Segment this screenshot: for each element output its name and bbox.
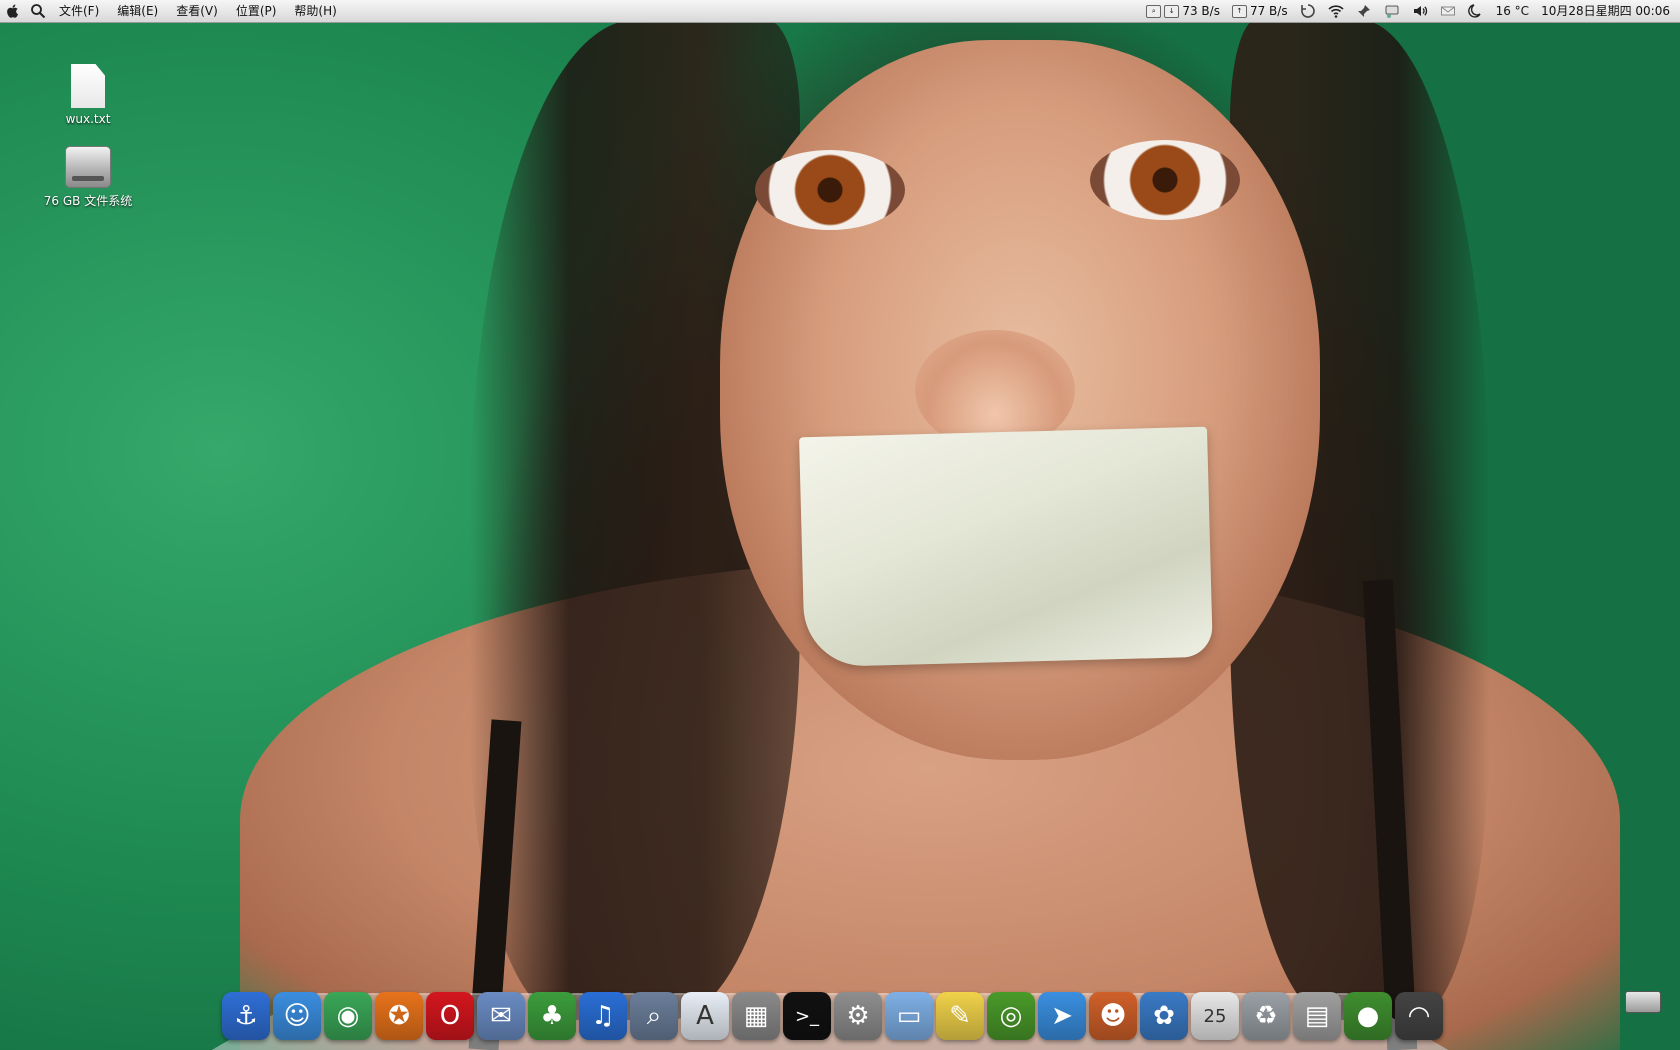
desktop-icon-filesystem[interactable]: 76 GB 文件系统 [38, 146, 138, 209]
dock-system-preferences-icon[interactable]: ⚙ [834, 992, 882, 1040]
dock-red-panda-app-icon[interactable]: ☻ [1089, 992, 1137, 1040]
apple-menu-icon[interactable] [0, 0, 26, 22]
search-icon[interactable] [26, 0, 50, 22]
network-monitor-icon[interactable] [1378, 0, 1406, 22]
dock-ical-icon[interactable]: 25 [1191, 992, 1239, 1040]
hard-drive-icon [65, 146, 111, 188]
status-area: ⌕ ↓ 73 B/s ↑ 77 B/s 16 °C 10月28日星期四 00:0… [1140, 0, 1676, 22]
network-down-status[interactable]: ⌕ ↓ 73 B/s [1140, 0, 1226, 22]
dock-stickies-icon[interactable]: ✎ [936, 992, 984, 1040]
wifi-icon[interactable] [1322, 0, 1350, 22]
dock-qq-penguin-icon[interactable]: ♣ [528, 992, 576, 1040]
dock-textedit-icon[interactable]: A [681, 992, 729, 1040]
dock-finder-icon[interactable]: ☺ [273, 992, 321, 1040]
desktop-icon-wux-txt[interactable]: wux.txt [38, 64, 138, 126]
net-down-speed: 73 B/s [1182, 4, 1220, 18]
menu-edit[interactable]: 编辑(E) [108, 0, 167, 22]
menu-file[interactable]: 文件(F) [50, 0, 108, 22]
dock-chrome-icon[interactable]: ◉ [324, 992, 372, 1040]
dock-airport-icon[interactable]: ◠ [1395, 992, 1443, 1040]
dock-ubuntu-app-icon[interactable]: ◎ [987, 992, 1035, 1040]
dock-preview-icon[interactable]: ⌕ [630, 992, 678, 1040]
desktop-icon-label: 76 GB 文件系统 [43, 194, 133, 208]
menu-bar: 文件(F) 编辑(E) 查看(V) 位置(P) 帮助(H) ⌕ ↓ 73 B/s… [0, 0, 1680, 23]
dock-mail-app-icon[interactable]: ➤ [1038, 992, 1086, 1040]
clock-datetime[interactable]: 10月28日星期四 00:06 [1535, 0, 1676, 22]
network-up-status[interactable]: ↑ 77 B/s [1226, 0, 1294, 22]
net-up-speed: 77 B/s [1249, 4, 1288, 18]
dock-opera-icon[interactable]: O [426, 992, 474, 1040]
dock-calculator-icon[interactable]: ▦ [732, 992, 780, 1040]
temperature-status[interactable]: 16 °C [1490, 0, 1535, 22]
download-arrow-icon: ↓ [1164, 4, 1180, 18]
moon-icon[interactable] [1462, 0, 1490, 22]
menu-go[interactable]: 位置(P) [227, 0, 286, 22]
wallpaper-eye-right [1090, 140, 1240, 220]
wallpaper-eye-left [755, 150, 905, 230]
dock-mail-stamp-icon[interactable]: ✉ [477, 992, 525, 1040]
upload-arrow-icon: ↑ [1231, 4, 1247, 18]
corner-drive-icon[interactable] [1625, 991, 1661, 1013]
pin-icon[interactable] [1350, 0, 1378, 22]
dock-terminal-icon[interactable]: >_ [783, 992, 831, 1040]
wallpaper-tape [799, 426, 1213, 668]
text-file-icon [71, 64, 105, 108]
volume-icon[interactable] [1406, 0, 1434, 22]
time-machine-icon[interactable] [1294, 0, 1322, 22]
zoom-icon: ⌕ [1146, 4, 1162, 18]
dock-firefox-icon[interactable]: ✪ [375, 992, 423, 1040]
dock-itunes-icon[interactable]: ♫ [579, 992, 627, 1040]
mail-notify-icon[interactable] [1434, 0, 1462, 22]
dock: ⚓ ☺ ◉ ✪ O ✉ ♣ ♫ ⌕ A ▦ >_ ⚙ ▭ ✎ ◎ ➤ ☻ ✿ 25 ♻ ▤ ● ◠ [222, 988, 1443, 1040]
dock-shiira-browser-icon[interactable]: ✿ [1140, 992, 1188, 1040]
dock-anchor-app-icon[interactable]: ⚓ [222, 992, 270, 1040]
menu-view[interactable]: 查看(V) [167, 0, 227, 22]
dock-drive-app-icon[interactable]: ▤ [1293, 992, 1341, 1040]
desktop-icon-label: wux.txt [65, 112, 111, 126]
menu-help[interactable]: 帮助(H) [285, 0, 345, 22]
dock-green-orb-icon[interactable]: ● [1344, 992, 1392, 1040]
dock-trash-icon[interactable]: ♻ [1242, 992, 1290, 1040]
dock-folder-icon[interactable]: ▭ [885, 992, 933, 1040]
